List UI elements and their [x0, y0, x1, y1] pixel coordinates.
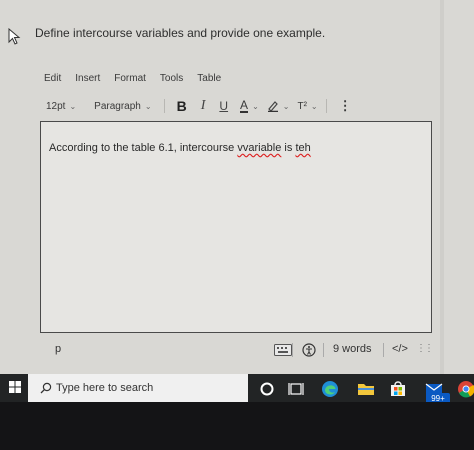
- status-divider: [292, 343, 293, 357]
- more-options-icon[interactable]: ⋮: [339, 98, 352, 114]
- paragraph-value: Paragraph: [94, 100, 141, 112]
- misspelled-word[interactable]: teh: [295, 142, 310, 154]
- editor-statusbar: p 9 words </> ⋮⋮: [40, 340, 434, 362]
- search-placeholder: Type here to search: [56, 382, 154, 394]
- font-size-select[interactable]: 12pt ⌄: [46, 101, 76, 112]
- toolbar-divider: [163, 99, 165, 113]
- assignment-page: Define intercourse variables and provide…: [0, 0, 474, 374]
- highlight-color-button[interactable]: ⌄: [267, 100, 290, 112]
- menu-tools[interactable]: Tools: [160, 73, 183, 84]
- windows-start-icon[interactable]: [9, 381, 21, 393]
- taskbar-search-box[interactable]: Type here to search: [28, 374, 248, 402]
- keyboard-icon[interactable]: [274, 344, 292, 356]
- question-text: Define intercourse variables and provide…: [35, 26, 326, 40]
- underline-button[interactable]: U: [219, 99, 228, 113]
- store-icon[interactable]: [388, 379, 408, 399]
- editor-toolbar: 12pt ⌄ Paragraph ⌄ B I U A ⌄ ⌄ T² ⌄ ⋮: [46, 97, 432, 115]
- right-edge-bar: [440, 0, 444, 374]
- menu-edit[interactable]: Edit: [44, 73, 61, 84]
- html-editor-toggle[interactable]: </>: [392, 343, 408, 355]
- italic-button[interactable]: I: [201, 98, 206, 114]
- superscript-button[interactable]: T² ⌄: [297, 101, 317, 112]
- superscript-icon: T²: [297, 100, 307, 112]
- status-divider: [383, 343, 384, 357]
- file-explorer-icon[interactable]: [356, 379, 376, 399]
- misspelled-word[interactable]: vvariable: [237, 142, 281, 154]
- font-color-icon: A: [240, 97, 249, 113]
- bold-button[interactable]: B: [177, 98, 187, 114]
- chevron-down-icon: ⌄: [69, 101, 77, 111]
- menu-insert[interactable]: Insert: [75, 73, 100, 84]
- search-icon: [40, 382, 52, 394]
- chevron-down-icon: ⌄: [282, 101, 290, 111]
- font-size-value: 12pt: [46, 100, 66, 112]
- chrome-icon[interactable]: [456, 379, 474, 399]
- highlighter-icon: [267, 101, 278, 112]
- edge-browser-icon[interactable]: [320, 379, 340, 399]
- resize-handle-icon[interactable]: ⋮⋮: [416, 343, 434, 354]
- word-count[interactable]: 9 words: [333, 343, 372, 355]
- monitor-bezel: [0, 402, 474, 450]
- cortana-icon[interactable]: [257, 379, 277, 399]
- chevron-down-icon: ⌄: [144, 101, 152, 111]
- menu-format[interactable]: Format: [114, 73, 146, 84]
- editor-text-part: is: [281, 142, 296, 154]
- rich-text-editor[interactable]: According to the table 6.1, intercourse …: [40, 121, 432, 333]
- mouse-pointer-icon: [8, 28, 21, 45]
- font-color-button[interactable]: A ⌄: [240, 97, 259, 113]
- paragraph-select[interactable]: Paragraph ⌄: [94, 101, 151, 112]
- element-path[interactable]: p: [55, 343, 61, 355]
- chevron-down-icon: ⌄: [310, 101, 318, 111]
- status-divider: [323, 343, 324, 357]
- menu-table[interactable]: Table: [197, 73, 221, 84]
- editor-content[interactable]: According to the table 6.1, intercourse …: [49, 142, 311, 154]
- chevron-down-icon: ⌄: [252, 101, 259, 111]
- accessibility-checker-icon[interactable]: [302, 343, 316, 357]
- editor-text-part: According to the table 6.1, intercourse: [49, 142, 238, 154]
- toolbar-divider: [325, 99, 327, 113]
- editor-menubar: Edit Insert Format Tools Table: [44, 73, 221, 84]
- task-view-icon[interactable]: [286, 379, 306, 399]
